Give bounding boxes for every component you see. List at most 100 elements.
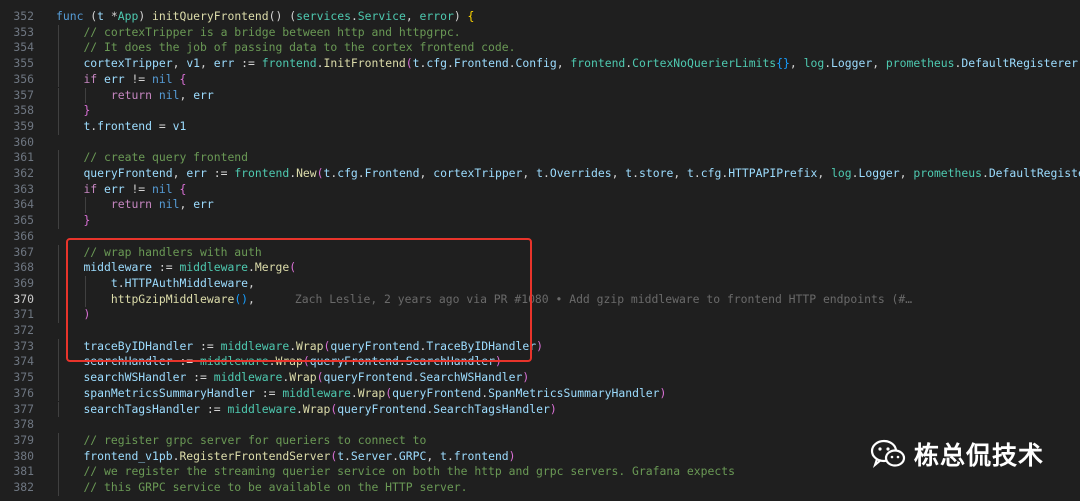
code-text: // this GRPC service to be available on … bbox=[83, 480, 467, 496]
code-token: := bbox=[254, 385, 283, 400]
line-number: 375 bbox=[13, 370, 34, 385]
code-text: frontend_v1pb.RegisterFrontendServer(t.S… bbox=[83, 449, 515, 465]
indent-guide bbox=[58, 150, 59, 166]
code-token: // create query frontend bbox=[83, 150, 249, 165]
code-token: New bbox=[296, 166, 317, 180]
code-token: , bbox=[172, 166, 187, 180]
code-token: , bbox=[899, 166, 914, 180]
line-number: 352 bbox=[13, 9, 34, 23]
code-token: . bbox=[981, 166, 989, 180]
code-token: ) bbox=[536, 338, 543, 353]
code-token: () ( bbox=[268, 9, 297, 23]
indent-guide bbox=[85, 197, 87, 214]
code-token: err bbox=[104, 181, 125, 196]
code-token: Wrap bbox=[302, 401, 331, 416]
indent-guide bbox=[85, 87, 87, 104]
code-line[interactable]: 355 cortexTripper, v1, err := frontend.In… bbox=[0, 56, 1080, 72]
indent-guide bbox=[58, 213, 59, 229]
line-number: 370 bbox=[13, 291, 34, 306]
code-line[interactable]: 363 if err != nil { bbox=[0, 182, 1080, 198]
code-token: , bbox=[817, 166, 832, 180]
code-text: if err != nil { bbox=[83, 182, 186, 198]
code-line[interactable]: 358} bbox=[0, 103, 1080, 119]
code-token: != bbox=[124, 181, 153, 196]
watermark: 栋总侃技术 bbox=[870, 436, 1044, 472]
code-token: // we register the streaming querier ser… bbox=[83, 464, 735, 479]
line-number: 364 bbox=[13, 197, 34, 212]
code-line[interactable]: 364 return nil, err bbox=[0, 197, 1080, 213]
indent-guide bbox=[58, 307, 59, 323]
code-token: , bbox=[522, 166, 537, 180]
code-token: { bbox=[179, 181, 187, 196]
code-token: Service bbox=[357, 9, 406, 23]
code-token: Frontend bbox=[364, 166, 420, 180]
code-line[interactable]: 382 // this GRPC service to be available … bbox=[0, 480, 1080, 496]
code-text: t.frontend = v1 bbox=[83, 119, 186, 135]
indent-guide bbox=[58, 432, 59, 449]
code-token: App bbox=[117, 9, 139, 23]
indent-guide bbox=[58, 24, 59, 41]
code-token: { bbox=[179, 71, 187, 86]
code-token: , bbox=[405, 9, 420, 23]
code-token: nil bbox=[152, 181, 180, 196]
line-number: 371 bbox=[13, 307, 34, 322]
code-text: if err != nil { bbox=[83, 72, 186, 88]
code-token: nil bbox=[158, 197, 180, 212]
code-line[interactable]: 377 searchTagsHandler := middleware.Wrap(… bbox=[0, 402, 1080, 418]
indent-guide bbox=[58, 448, 59, 465]
code-token: frontend bbox=[234, 166, 290, 180]
code-line[interactable]: 365} bbox=[0, 213, 1080, 229]
line-number: 374 bbox=[13, 354, 34, 369]
code-line[interactable]: 362 queryFrontend, err := frontend. New(t.… bbox=[0, 166, 1080, 182]
indent-guide bbox=[58, 40, 59, 57]
code-text: // It does the job of passing data to th… bbox=[83, 40, 515, 56]
code-line[interactable]: 360 bbox=[0, 135, 1080, 151]
line-number: 373 bbox=[13, 338, 34, 353]
code-token: v1 bbox=[172, 118, 187, 133]
code-token: . bbox=[350, 385, 358, 400]
code-line[interactable]: 378 bbox=[0, 417, 1080, 433]
code-token: . bbox=[693, 166, 701, 180]
code-token: . bbox=[542, 166, 550, 180]
code-line[interactable]: 354 // It does the job of passing data to… bbox=[0, 40, 1080, 56]
watermark-text: 栋总侃技术 bbox=[913, 441, 1044, 470]
code-token: , bbox=[556, 56, 571, 71]
code-line[interactable]: 376 spanMetricsSummaryHandler := middlewa… bbox=[0, 386, 1080, 402]
code-token: nil bbox=[152, 71, 180, 86]
code-token: prometheus bbox=[885, 56, 955, 71]
code-line[interactable]: 361 // create query frontend bbox=[0, 150, 1080, 166]
indent-guide bbox=[58, 480, 59, 496]
code-token: frontend_v1pb bbox=[83, 448, 173, 463]
code-token: , bbox=[179, 87, 194, 102]
line-number: 382 bbox=[13, 480, 34, 494]
code-text: // cortexTripper is a bridge between htt… bbox=[83, 25, 460, 41]
indent-guide bbox=[58, 354, 59, 371]
highlight-annotation-box bbox=[66, 238, 532, 362]
code-token: Logger bbox=[858, 166, 900, 180]
code-token: Wrap bbox=[357, 385, 386, 400]
code-token: := bbox=[200, 401, 228, 416]
code-line[interactable]: 356 if err != nil { bbox=[0, 72, 1080, 88]
code-text: // register grpc server for queriers to … bbox=[83, 433, 426, 449]
line-number: 357 bbox=[13, 87, 34, 102]
code-line[interactable]: 375 searchWSHandler := middleware.Wrap(qu… bbox=[0, 370, 1080, 386]
line-number: 378 bbox=[13, 417, 34, 432]
line-number: 377 bbox=[13, 401, 34, 416]
code-token: searchWSHandler bbox=[83, 370, 187, 385]
code-line[interactable]: 357 return nil, err bbox=[0, 88, 1080, 104]
code-token: initQueryFrontend bbox=[152, 9, 269, 23]
code-line[interactable]: 353 // cortexTripper is a bridge between … bbox=[0, 25, 1080, 41]
code-token: middleware bbox=[213, 370, 283, 385]
indent-guide bbox=[58, 385, 59, 402]
code-token: Config bbox=[515, 56, 557, 71]
code-token: . bbox=[344, 448, 351, 463]
code-token: {} bbox=[776, 56, 790, 71]
indent-guide bbox=[58, 103, 59, 119]
code-line[interactable]: 359 t.frontend = v1 bbox=[0, 119, 1080, 135]
code-token: . bbox=[508, 56, 516, 71]
line-number: 353 bbox=[13, 24, 34, 39]
wechat-icon bbox=[870, 439, 906, 469]
code-token: . bbox=[632, 166, 640, 180]
code-line[interactable]: 352 func (t *App) initQueryFrontend() (se… bbox=[0, 9, 1080, 25]
code-token: SearchTagsHandler bbox=[433, 401, 550, 416]
